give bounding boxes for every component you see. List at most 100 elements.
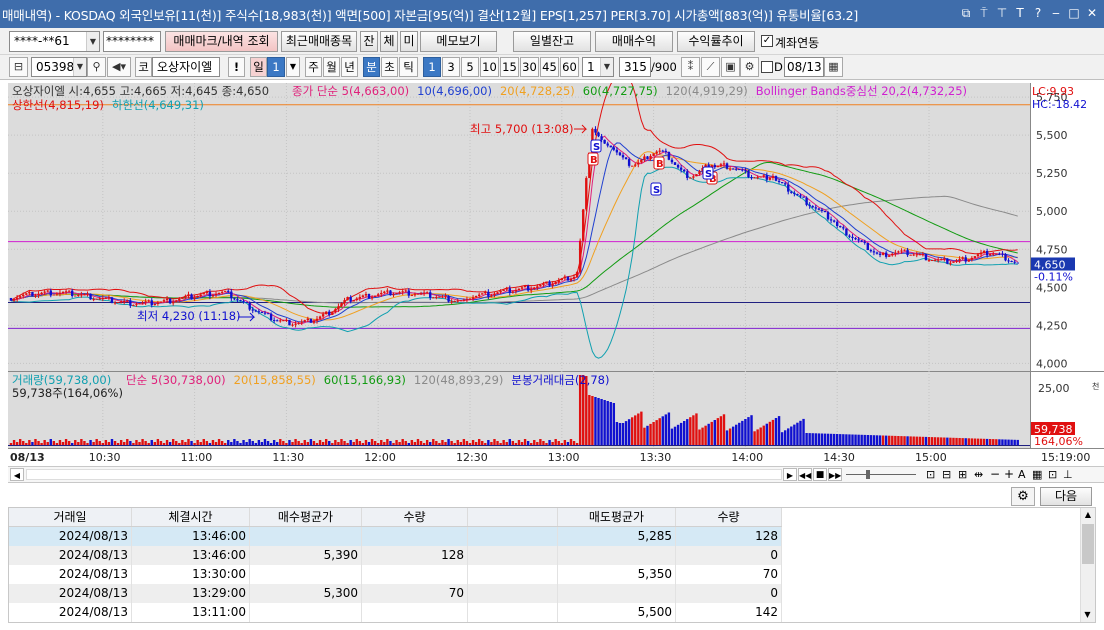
- chart-settings-icon[interactable]: ⊟: [9, 57, 28, 77]
- next-button[interactable]: 다음: [1040, 487, 1092, 506]
- alert-button[interactable]: !: [228, 57, 245, 77]
- grid-icon[interactable]: ▦: [1032, 468, 1042, 481]
- candle-body: [621, 155, 625, 158]
- table-scrollbar[interactable]: ▲ ▼: [1080, 508, 1095, 622]
- save-icon[interactable]: ▣: [721, 57, 740, 77]
- zoom-slider-handle[interactable]: [866, 470, 870, 479]
- indicator-icon[interactable]: ⁑: [681, 57, 700, 77]
- password-field[interactable]: ********: [103, 31, 161, 52]
- custom-interval-select[interactable]: 1 ▼: [582, 57, 614, 77]
- chevron-down-icon[interactable]: ▼: [286, 57, 300, 77]
- chevron-down-icon[interactable]: ▼: [86, 32, 99, 51]
- pin2-icon[interactable]: ⊤: [994, 5, 1010, 21]
- volume-bar: [627, 419, 631, 445]
- interval-3[interactable]: 3: [442, 57, 460, 77]
- interval-30[interactable]: 30: [520, 57, 539, 77]
- candle-body: [367, 293, 371, 299]
- table-row[interactable]: 2024/08/13 13:46:00 5,285 128: [9, 527, 782, 546]
- scroll-left-icon[interactable]: ◀: [10, 468, 24, 481]
- trade-profit-button[interactable]: 매매수익: [595, 31, 673, 52]
- trade-mark-query-button[interactable]: 매매마크/내역 조회: [165, 31, 278, 52]
- period-tick-button[interactable]: 틱: [399, 57, 418, 77]
- tab-executed[interactable]: 체: [380, 31, 398, 52]
- fit-icon[interactable]: ⇹: [974, 468, 983, 481]
- interval-10[interactable]: 10: [480, 57, 499, 77]
- scroll-up-icon[interactable]: ▲: [1081, 508, 1095, 522]
- chart-scrollbar[interactable]: [26, 469, 782, 480]
- candle-body: [747, 170, 750, 178]
- candle-body: [199, 294, 202, 296]
- period-minute-button[interactable]: 분: [363, 57, 380, 77]
- zoom-in-icon[interactable]: +: [1004, 467, 1014, 481]
- table-row[interactable]: 2024/08/13 13:29:00 5,300 70 0: [9, 584, 782, 603]
- draw-tool-icon[interactable]: ⟋: [701, 57, 720, 77]
- recent-trades-button[interactable]: 최근매매종목: [281, 31, 357, 52]
- stock-code-input[interactable]: 053980 ▼: [31, 57, 87, 77]
- chevron-down-icon[interactable]: ▼: [600, 58, 613, 76]
- interval-60[interactable]: 60: [560, 57, 579, 77]
- help-icon[interactable]: ?: [1030, 5, 1046, 21]
- speaker-icon[interactable]: ◀▾: [107, 57, 131, 77]
- pin-icon[interactable]: ⊥: [1063, 468, 1073, 481]
- search-icon[interactable]: ⚲: [87, 57, 106, 77]
- daily-balance-button[interactable]: 일별잔고: [513, 31, 591, 52]
- period-month-button[interactable]: 월: [323, 57, 340, 77]
- table-row[interactable]: 2024/08/13 13:30:00 5,350 70: [9, 565, 782, 584]
- gear-icon[interactable]: ⚙: [740, 57, 759, 77]
- volume-bar: [545, 443, 548, 445]
- stock-chart[interactable]: SBBSBS 5,750 5,500 5,250 5,000 4,750 4,500 4,2…: [8, 83, 1104, 465]
- period-week-button[interactable]: 주: [305, 57, 322, 77]
- period-second-button[interactable]: 초: [381, 57, 398, 77]
- table-row[interactable]: 2024/08/13 13:11:00 5,500 142: [9, 603, 782, 622]
- gear-icon[interactable]: ⚙: [1011, 487, 1035, 506]
- candle-body: [58, 292, 62, 294]
- table-cell: 0: [676, 546, 782, 565]
- volume-bar: [692, 415, 695, 445]
- chart-canvas[interactable]: SB BSBS 5,7505,5005,2505,0004,7504,5004,2…: [8, 83, 1104, 465]
- date-input[interactable]: 08/13: [784, 57, 824, 77]
- interval-15[interactable]: 15: [500, 57, 519, 77]
- date-checkbox[interactable]: [761, 61, 773, 73]
- restore-icon[interactable]: ⧉: [958, 5, 974, 21]
- layout-icon[interactable]: ⊟: [942, 468, 951, 481]
- period-year-button[interactable]: 년: [341, 57, 358, 77]
- volume-bar: [533, 440, 536, 445]
- close-icon[interactable]: ✕: [1084, 5, 1100, 21]
- crosshair-icon[interactable]: ⊡: [926, 468, 935, 481]
- account-select[interactable]: ****-**61 ▼: [9, 31, 100, 52]
- tab-balance[interactable]: 잔: [360, 31, 378, 52]
- font-icon[interactable]: T: [1012, 5, 1028, 21]
- candle-body: [569, 278, 573, 281]
- interval-5[interactable]: 5: [461, 57, 479, 77]
- scroll-thumb[interactable]: [1082, 524, 1094, 564]
- rewind-icon[interactable]: ◀◀: [798, 468, 812, 481]
- account-link-checkbox[interactable]: ✓: [761, 35, 773, 47]
- text-tool-icon[interactable]: A: [1018, 468, 1026, 481]
- table-row[interactable]: 2024/08/13 13:46:00 5,390 128 0: [9, 546, 782, 565]
- day-count[interactable]: 1: [267, 57, 285, 77]
- volume-bar: [505, 442, 508, 445]
- scroll-down-icon[interactable]: ▼: [1081, 608, 1094, 622]
- chevron-down-icon[interactable]: ▼: [73, 58, 86, 76]
- calendar-icon[interactable]: ▦: [824, 57, 843, 77]
- memo-view-button[interactable]: 메모보기: [420, 31, 497, 52]
- volume-ma-label: 20(15,858,55): [234, 373, 316, 387]
- fast-forward-icon[interactable]: ▶▶: [828, 468, 842, 481]
- bar-count-input[interactable]: 315: [619, 57, 651, 77]
- volume-bar: [52, 441, 56, 445]
- maximize-icon[interactable]: □: [1066, 5, 1082, 21]
- interval-1[interactable]: 1: [423, 57, 441, 77]
- stop-icon[interactable]: ■: [813, 468, 827, 481]
- fullscreen-icon[interactable]: ⊡: [1048, 468, 1057, 481]
- zoom-slider[interactable]: [846, 474, 916, 475]
- return-trend-button[interactable]: 수익률추이: [677, 31, 755, 52]
- period-day-button[interactable]: 일: [250, 57, 267, 77]
- pin-icon[interactable]: ⍑: [976, 5, 992, 21]
- scroll-right-icon[interactable]: ▶: [783, 468, 797, 481]
- candle-body: [686, 171, 689, 178]
- minimize-icon[interactable]: ‒: [1048, 5, 1064, 21]
- zoom-out-icon[interactable]: −: [990, 467, 1000, 481]
- split-icon[interactable]: ⊞: [958, 468, 967, 481]
- interval-45[interactable]: 45: [540, 57, 559, 77]
- tab-unexecuted[interactable]: 미: [400, 31, 418, 52]
